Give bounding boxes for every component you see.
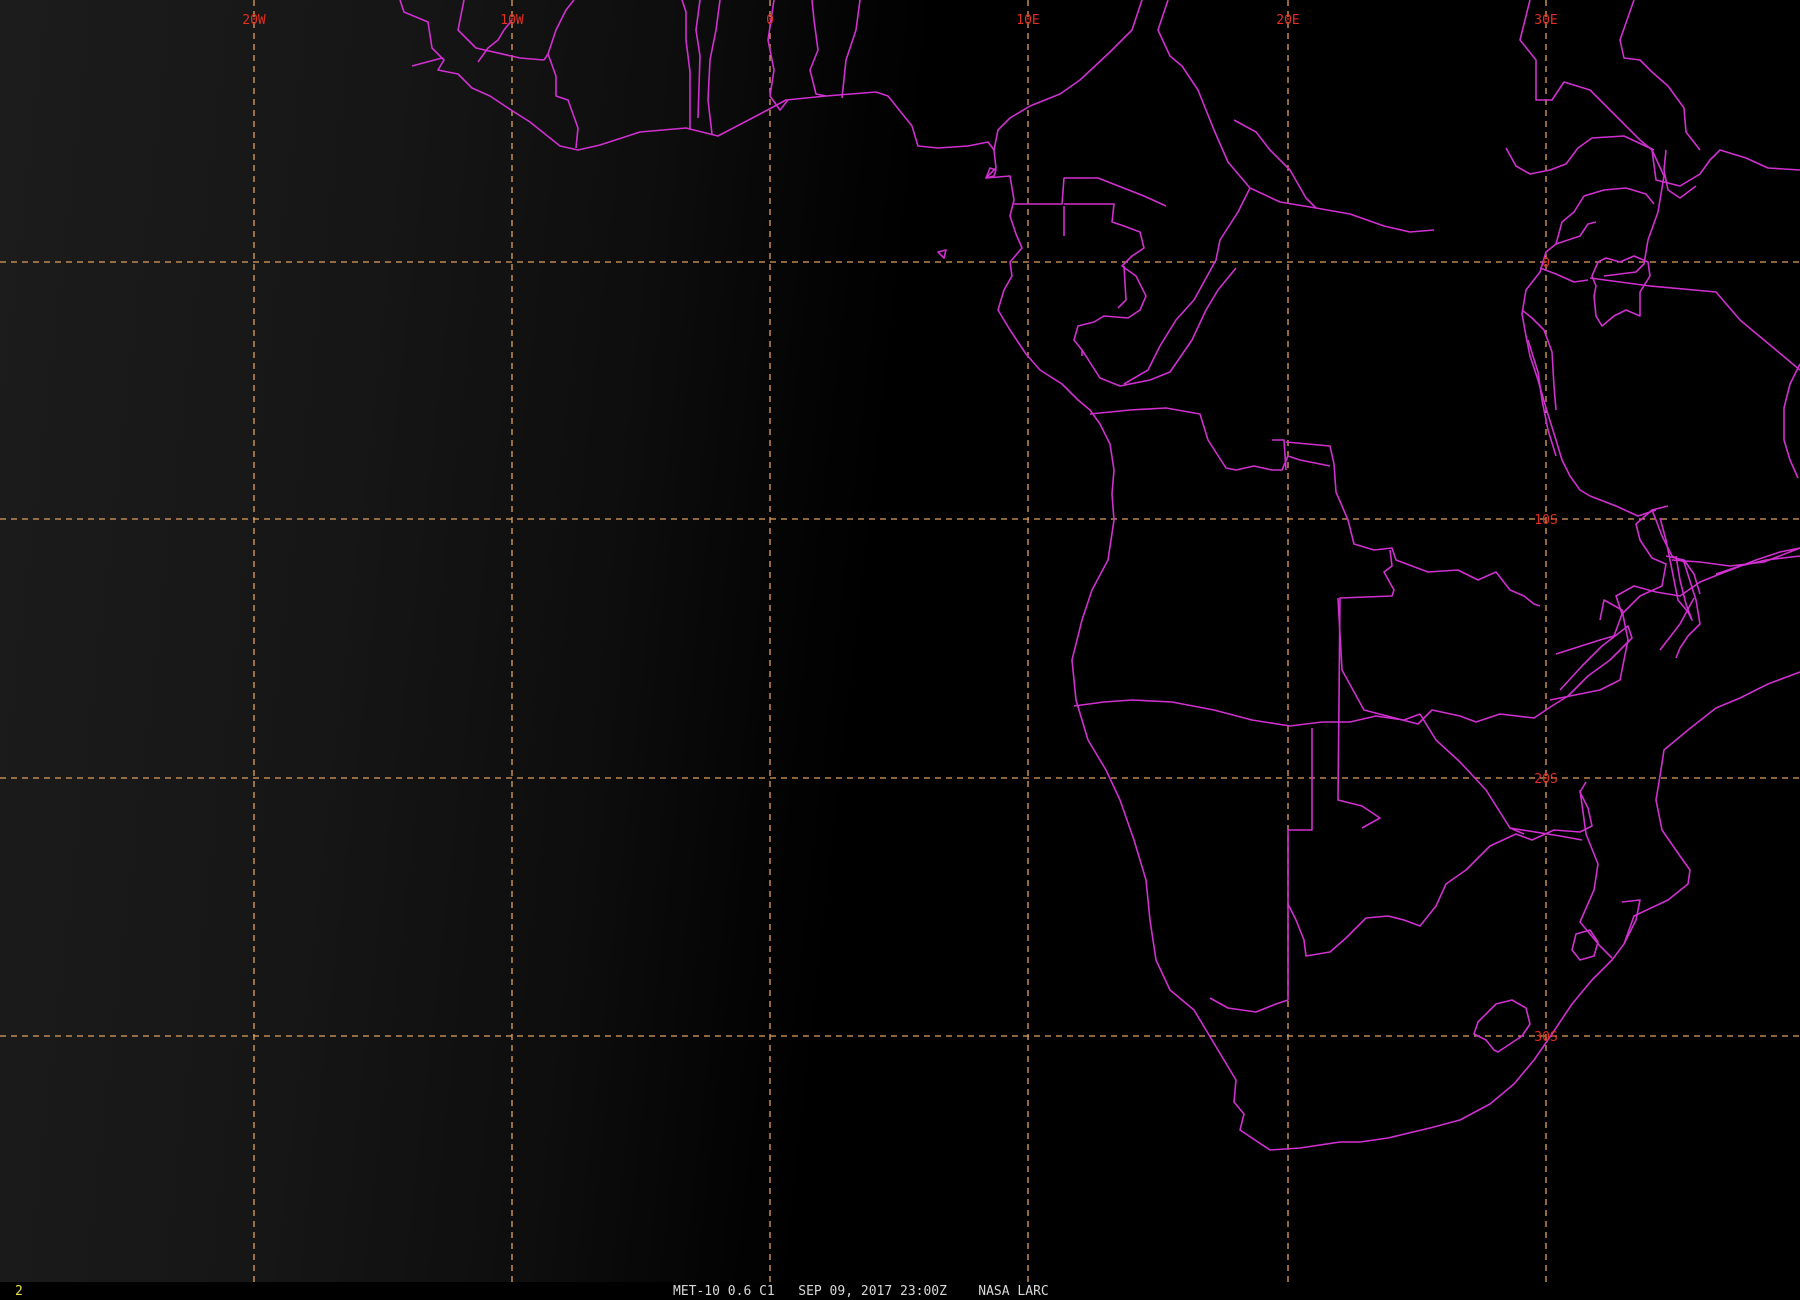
footer-caption: MET-10 0.6 C1 SEP 09, 2017 23:00Z NASA L… — [673, 1284, 1049, 1299]
source-label: NASA LARC — [978, 1284, 1049, 1299]
channel-label: 0.6 C1 — [727, 1284, 775, 1299]
latitude-label: 10S — [1534, 513, 1557, 528]
satellite-map: 20W 10W 0 10E 20E 30E 0 10S 20S 30S — [0, 0, 1800, 1282]
footer-bar: 2 MET-10 0.6 C1 SEP 09, 2017 23:00Z NASA… — [0, 1282, 1800, 1300]
latitude-label: 0 — [1542, 256, 1550, 271]
longitude-label: 0 — [766, 13, 774, 28]
satellite-name: MET-10 — [673, 1284, 720, 1299]
latitude-label: 30S — [1534, 1030, 1557, 1045]
longitude-label: 20W — [242, 13, 266, 28]
frame-number: 2 — [15, 1284, 23, 1299]
longitude-label: 20E — [1276, 13, 1299, 28]
longitude-label: 30E — [1534, 13, 1557, 28]
datetime-label: SEP 09, 2017 23:00Z — [798, 1284, 947, 1299]
longitude-label: 10E — [1016, 13, 1039, 28]
latitude-label: 20S — [1534, 772, 1557, 787]
longitude-label: 10W — [500, 13, 524, 28]
terminator-gradient — [0, 0, 1800, 1282]
satellite-image-viewport[interactable]: 20W 10W 0 10E 20E 30E 0 10S 20S 30S — [0, 0, 1800, 1300]
